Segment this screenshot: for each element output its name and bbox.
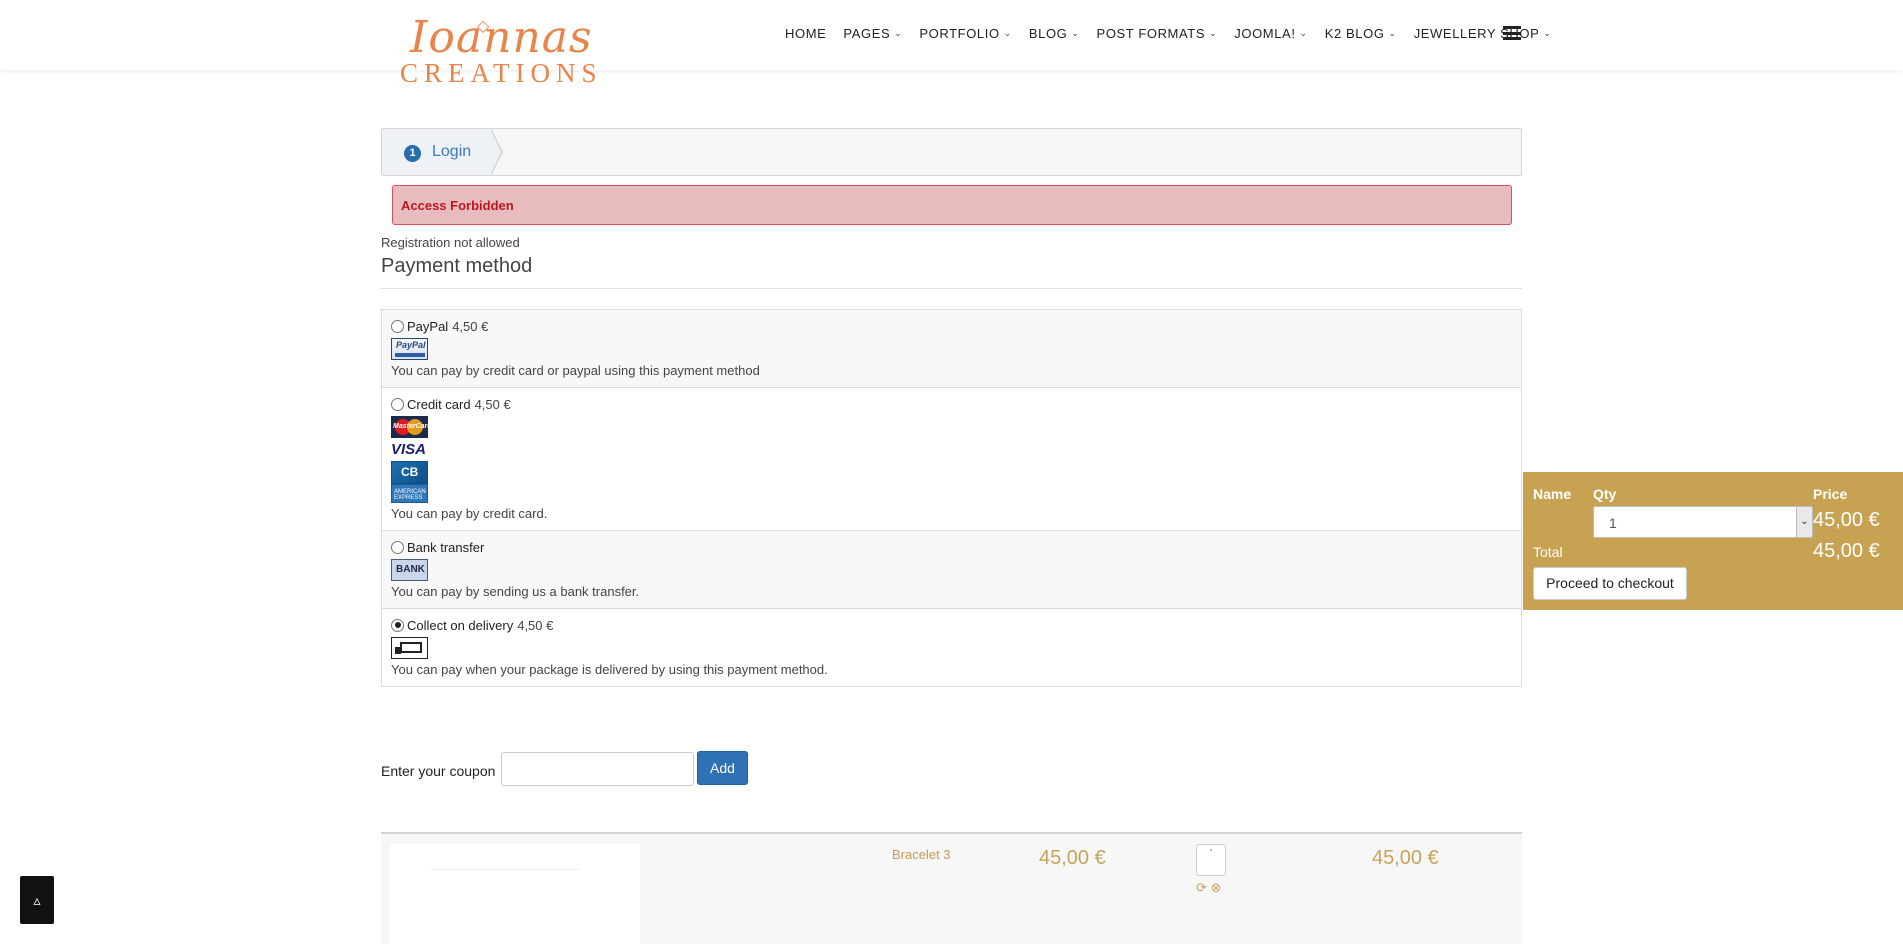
radio-credit-card[interactable] bbox=[391, 397, 404, 411]
main-nav: HOME PAGES ⌄ PORTFOLIO ⌄ BLOG ⌄ POST FORMAT… bbox=[785, 26, 1569, 41]
coupon-label: Enter your coupon bbox=[381, 763, 496, 779]
mini-cart: Name Qty Price 1 ⌄ 45,00 € Total 45,00 €… bbox=[1523, 472, 1903, 610]
registration-note: Registration not allowed bbox=[381, 235, 520, 250]
payment-method-name[interactable]: Credit card bbox=[407, 397, 471, 412]
product-thumbnail[interactable] bbox=[390, 844, 640, 946]
payment-method-description: You can pay by credit card. bbox=[391, 506, 548, 521]
divider bbox=[381, 288, 1522, 289]
nav-item-jewellery-shop[interactable]: JEWELLERY SHOP ⌄ bbox=[1414, 26, 1552, 41]
payment-method-paypal: PayPal 4,50 € PayPal You can pay by cred… bbox=[382, 310, 1521, 388]
cart-row-actions: ⟳ ⊗ bbox=[1196, 880, 1221, 896]
payment-title: Payment method bbox=[381, 255, 533, 277]
logo-line1: Ioannas bbox=[410, 12, 593, 63]
step-login[interactable]: 1 Login bbox=[382, 129, 492, 175]
chevron-down-icon: ⌄ bbox=[1543, 28, 1552, 38]
logo-line2: CREATIONS bbox=[400, 58, 603, 88]
payment-method-price: 4,50 € bbox=[517, 617, 554, 633]
nav-item-blog[interactable]: BLOG ⌄ bbox=[1029, 26, 1080, 41]
payment-method-bank-transfer: Bank transfer BANK You can pay by sendin… bbox=[382, 531, 1521, 609]
radio-bank-transfer[interactable] bbox=[391, 540, 404, 554]
cb-logo-icon: CB bbox=[391, 461, 428, 484]
payment-method-price: 4,50 € bbox=[474, 396, 511, 412]
nav-item-portfolio[interactable]: PORTFOLIO ⌄ bbox=[919, 26, 1011, 41]
radio-collect-on-delivery[interactable] bbox=[391, 618, 404, 632]
mini-cart-col-name: Name bbox=[1533, 486, 1572, 502]
chevron-down-icon: ⌄ bbox=[1209, 28, 1218, 38]
chevron-down-icon: ⌄ bbox=[1388, 28, 1397, 38]
mini-cart-total: 45,00 € bbox=[1813, 540, 1880, 562]
refresh-icon[interactable]: ⟳ bbox=[1196, 880, 1207, 895]
site-header: ◇ Ioannas CREATIONS HOME PAGES ⌄ PORTFOLI… bbox=[0, 0, 1903, 88]
cart-qty-input[interactable]: ' bbox=[1196, 844, 1226, 876]
step-label: Login bbox=[432, 143, 472, 160]
payment-method-name[interactable]: Bank transfer bbox=[407, 540, 484, 555]
payment-method-description: You can pay by credit card or paypal usi… bbox=[391, 363, 760, 378]
payment-method-name[interactable]: Collect on delivery bbox=[407, 618, 513, 633]
chevron-down-icon: ⌄ bbox=[1071, 28, 1080, 38]
radio-paypal[interactable] bbox=[391, 319, 404, 333]
mini-cart-total-label: Total bbox=[1533, 544, 1563, 560]
cart-unit-price: 45,00 € bbox=[1039, 847, 1106, 869]
visa-logo-icon: VISA bbox=[391, 441, 427, 458]
back-to-top-button[interactable]: ▵ bbox=[20, 876, 54, 924]
coupon-input[interactable] bbox=[501, 752, 694, 786]
add-coupon-button[interactable]: Add bbox=[697, 751, 748, 785]
mini-cart-col-qty: Qty bbox=[1593, 486, 1617, 502]
bank-logo-icon: BANK bbox=[391, 559, 428, 581]
payment-method-credit-card: Credit card 4,50 € MasterCard VISA CB AM… bbox=[382, 388, 1521, 531]
mini-cart-col-price: Price bbox=[1813, 486, 1848, 502]
nav-item-home[interactable]: HOME bbox=[785, 26, 826, 41]
chevron-down-icon: ⌄ bbox=[1796, 507, 1812, 537]
mini-cart-price: 45,00 € bbox=[1813, 509, 1880, 531]
chevron-down-icon: ⌄ bbox=[1003, 28, 1012, 38]
nav-item-pages[interactable]: PAGES ⌄ bbox=[843, 26, 902, 41]
error-alert: Access Forbidden bbox=[392, 185, 1512, 225]
payment-method-description: You can pay by sending us a bank transfe… bbox=[391, 584, 640, 599]
paypal-logo-icon: PayPal bbox=[391, 338, 428, 360]
cart-row-total: 45,00 € bbox=[1372, 847, 1439, 869]
payment-methods-list: PayPal 4,50 € PayPal You can pay by cred… bbox=[381, 309, 1522, 687]
proceed-to-checkout-button[interactable]: Proceed to checkout bbox=[1533, 567, 1687, 600]
nav-item-joomla[interactable]: JOOMLA! ⌄ bbox=[1234, 26, 1307, 41]
cart-product-name[interactable]: Bracelet 3 bbox=[892, 847, 951, 862]
menu-icon[interactable] bbox=[1503, 26, 1521, 40]
chevron-down-icon: ⌄ bbox=[894, 28, 903, 38]
payment-method-description: You can pay when your package is deliver… bbox=[391, 662, 828, 677]
chevron-down-icon: ⌄ bbox=[1299, 28, 1308, 38]
site-logo[interactable]: ◇ Ioannas CREATIONS bbox=[400, 10, 620, 88]
nav-item-k2-blog[interactable]: K2 BLOG ⌄ bbox=[1325, 26, 1397, 41]
mastercard-logo-icon: MasterCard bbox=[391, 416, 432, 438]
checkout-steps: 1 Login bbox=[381, 128, 1522, 176]
delivery-truck-icon bbox=[391, 637, 428, 659]
payment-method-collect-on-delivery: Collect on delivery 4,50 € You can pay w… bbox=[382, 609, 1521, 686]
amex-logo-icon: AMERICAN EXPRESS bbox=[391, 484, 428, 503]
payment-method-name[interactable]: PayPal bbox=[407, 319, 448, 334]
alert-text: Access Forbidden bbox=[401, 198, 514, 213]
payment-method-price: 4,50 € bbox=[452, 318, 489, 334]
mini-cart-qty-select[interactable]: 1 ⌄ bbox=[1593, 506, 1813, 538]
nav-item-post-formats[interactable]: POST FORMATS ⌄ bbox=[1097, 26, 1218, 41]
cart-table: Bracelet 3 45,00 € ' ⟳ ⊗ 45,00 € bbox=[381, 832, 1522, 946]
step-arrow-fill bbox=[490, 129, 501, 175]
remove-icon[interactable]: ⊗ bbox=[1211, 880, 1222, 895]
step-number: 1 bbox=[404, 145, 421, 162]
